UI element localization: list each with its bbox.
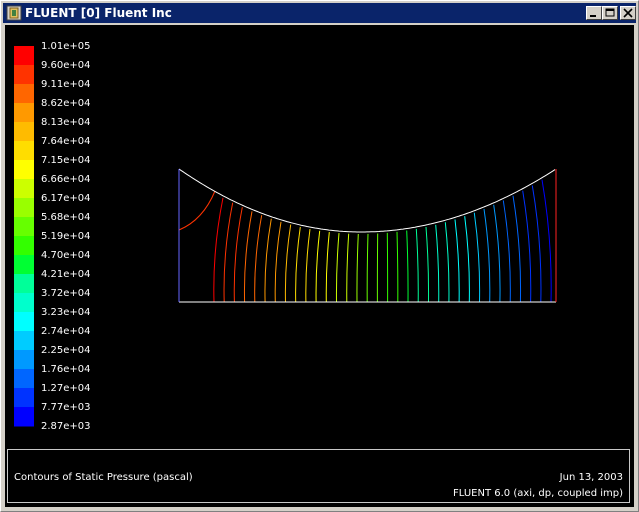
maximize-button[interactable] (602, 6, 618, 20)
colorbar-swatch (14, 236, 34, 256)
contour-line (444, 222, 450, 303)
contour-line (335, 233, 340, 303)
colorbar-tick-label: 9.60e+04 (41, 60, 91, 71)
contour-line (233, 207, 243, 303)
colorbar-tick-label: 7.15e+04 (41, 155, 91, 166)
colorbar-swatch (14, 84, 34, 104)
colorbar-tick-label: 4.21e+04 (41, 269, 91, 280)
colorbar-tick-label: 3.72e+04 (41, 288, 91, 299)
contour-line (325, 232, 330, 303)
title-bar[interactable]: FLUENT [0] Fluent Inc (3, 3, 636, 23)
application-window: FLUENT [0] Fluent Inc 1.01e+05 9.60e+04 9.… (0, 0, 639, 512)
contour-line (464, 216, 470, 303)
colorbar-tick-label: 2.74e+04 (41, 326, 91, 337)
colorbar-swatch (14, 274, 34, 294)
contour-line (305, 229, 311, 303)
colorbar-swatch (14, 217, 34, 237)
contour-line (415, 228, 419, 303)
contour-line (512, 195, 522, 303)
contour-line (178, 190, 216, 231)
contour-line (541, 179, 552, 303)
colorbar-tick-label: 1.76e+04 (41, 364, 91, 375)
contour-line (425, 226, 430, 303)
colorbar-swatch (14, 407, 34, 427)
close-icon (623, 8, 633, 18)
contour-line (284, 224, 292, 303)
contour-line (366, 233, 369, 303)
contour-line (483, 208, 491, 303)
caption-title: Contours of Static Pressure (pascal) (14, 472, 193, 483)
colorbar-tick-label: 8.62e+04 (41, 98, 91, 109)
colorbar-tick-label: 6.17e+04 (41, 193, 91, 204)
colorbar-tick-label: 1.01e+05 (41, 41, 91, 52)
minimize-button[interactable] (586, 6, 602, 20)
colorbar-swatch (14, 255, 34, 275)
colorbar-tick-label: 1.27e+04 (41, 383, 91, 394)
contour-lines (178, 179, 552, 303)
contour-line (243, 211, 253, 303)
colorbar-tick-label: 7.77e+03 (41, 402, 91, 413)
graphics-display[interactable]: 1.01e+05 9.60e+04 9.11e+04 8.62e+04 8.13e+04… (5, 25, 634, 507)
minimize-icon (590, 15, 596, 17)
contour-line (522, 190, 532, 303)
colorbar-tick-label: 3.23e+04 (41, 307, 91, 318)
colorbar-tick-label: 6.66e+04 (41, 174, 91, 185)
maximize-icon (605, 8, 615, 17)
colorbar-tick-label: 5.19e+04 (41, 231, 91, 242)
contour-line (454, 219, 460, 303)
caption-date: Jun 13, 2003 (559, 472, 623, 483)
colorbar-tick-label: 9.11e+04 (41, 79, 91, 90)
contour-line (406, 230, 409, 303)
colorbar-swatch (14, 369, 34, 389)
fluent-app-icon[interactable] (6, 5, 22, 21)
nozzle-wall-boundary (178, 168, 556, 233)
contour-line (531, 185, 542, 303)
contour-line (274, 221, 282, 303)
contour-line (315, 230, 321, 303)
colorbar-tick-label: 2.25e+04 (41, 345, 91, 356)
colorbar-swatch (14, 350, 34, 370)
contour-plot: 1.01e+05 9.60e+04 9.11e+04 8.62e+04 8.13e+04… (14, 41, 557, 432)
colorbar-swatch (14, 46, 34, 66)
colorbar-tick-label: 7.64e+04 (41, 136, 91, 147)
contour-line (493, 204, 501, 303)
colorbar-swatch (14, 179, 34, 199)
contour-line (254, 215, 263, 303)
contour-line (473, 212, 481, 303)
colorbar-swatch (14, 122, 34, 142)
colorbar-swatch (14, 331, 34, 351)
contour-line (295, 226, 301, 303)
colorbar-swatch (14, 103, 34, 123)
colorbar-swatch (14, 65, 34, 85)
contour-line (264, 218, 272, 303)
close-button[interactable] (620, 6, 636, 20)
colorbar-swatch (14, 293, 34, 313)
contour-line (213, 197, 224, 303)
colorbar-swatch (14, 388, 34, 408)
colorbar (14, 46, 34, 427)
colorbar-tick-label: 2.87e+03 (41, 421, 91, 432)
contour-line (502, 200, 511, 303)
colorbar-tick-label: 8.13e+04 (41, 117, 91, 128)
contour-line (346, 233, 350, 303)
contour-line (223, 202, 234, 303)
colorbar-swatch (14, 198, 34, 218)
caption-version: FLUENT 6.0 (axi, dp, coupled imp) (453, 488, 623, 499)
plot-caption: Contours of Static Pressure (pascal) Jun… (7, 449, 630, 503)
colorbar-swatch (14, 160, 34, 180)
contour-line (396, 231, 399, 303)
contour-line (356, 233, 359, 303)
colorbar-labels: 1.01e+05 9.60e+04 9.11e+04 8.62e+04 8.13e+04… (41, 41, 91, 432)
contour-line (435, 224, 440, 303)
colorbar-tick-label: 4.70e+04 (41, 250, 91, 261)
colorbar-swatch (14, 312, 34, 332)
colorbar-swatch (14, 141, 34, 161)
colorbar-tick-label: 5.68e+04 (41, 212, 91, 223)
window-title: FLUENT [0] Fluent Inc (25, 6, 172, 20)
